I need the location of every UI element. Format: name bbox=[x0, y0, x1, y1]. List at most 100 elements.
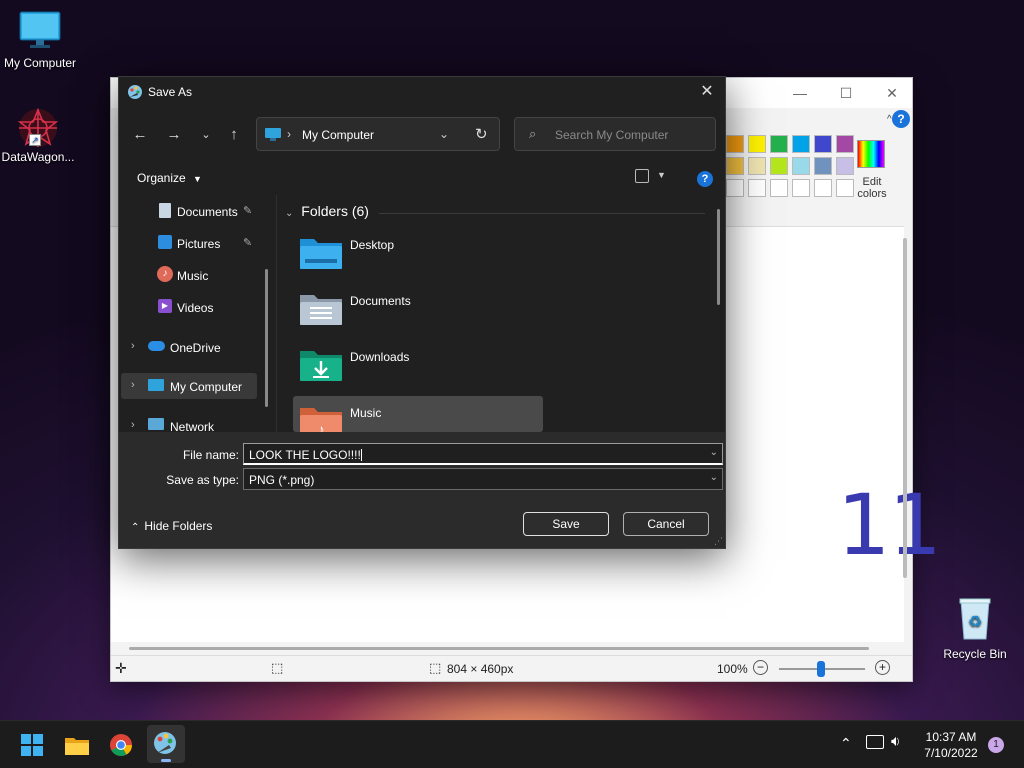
color-swatch[interactable] bbox=[792, 157, 810, 175]
zoom-slider-thumb[interactable] bbox=[817, 661, 825, 677]
help-icon[interactable]: ? bbox=[892, 110, 910, 128]
hide-folders-button[interactable]: ⌃ Hide Folders bbox=[131, 519, 212, 533]
address-dropdown-chevron-icon[interactable]: ⌄ bbox=[439, 127, 449, 141]
color-swatch[interactable] bbox=[748, 135, 766, 153]
zoom-out-button[interactable]: − bbox=[753, 660, 768, 675]
vertical-scrollbar[interactable] bbox=[903, 238, 907, 578]
save-button[interactable]: Save bbox=[523, 512, 609, 536]
svg-text:♪: ♪ bbox=[318, 421, 325, 432]
folder-item-desktop[interactable]: Desktop bbox=[293, 231, 543, 279]
notification-badge[interactable]: 1 bbox=[988, 737, 1004, 753]
color-swatch[interactable] bbox=[726, 157, 744, 175]
resize-grip-icon[interactable]: ⋰ bbox=[714, 536, 723, 547]
address-bar[interactable]: › My Computer ⌄ ↻ bbox=[256, 117, 500, 151]
show-hidden-icons-chevron-icon[interactable]: ⌃ bbox=[840, 735, 852, 752]
group-header[interactable]: ⌄ Folders (6) bbox=[285, 203, 369, 219]
minimize-button[interactable]: — bbox=[777, 81, 823, 105]
search-box[interactable]: ⌕ Search My Computer bbox=[514, 117, 716, 151]
nav-item-network[interactable]: › Network bbox=[119, 413, 259, 432]
edit-colors-button[interactable]: Edit colors bbox=[854, 176, 890, 200]
nav-item-videos[interactable]: ▶ Videos bbox=[119, 294, 259, 320]
nav-item-onedrive[interactable]: › OneDrive bbox=[119, 334, 259, 360]
maximize-button[interactable]: ☐ bbox=[823, 81, 869, 105]
shortcut-arrow-icon: ↗ bbox=[29, 134, 41, 146]
expand-ribbon-icon[interactable]: ^ bbox=[887, 114, 892, 125]
paint-app-icon bbox=[127, 84, 143, 100]
color-swatch[interactable] bbox=[770, 135, 788, 153]
collapse-chevron-icon: ⌄ bbox=[285, 208, 294, 219]
file-name-input[interactable]: LOOK THE LOGO!!!! ⌄ bbox=[243, 443, 723, 465]
pin-icon[interactable]: ✎ bbox=[243, 236, 252, 249]
expand-chevron-icon[interactable]: › bbox=[131, 340, 135, 352]
forward-button[interactable]: → bbox=[163, 124, 185, 146]
paint-icon[interactable] bbox=[147, 725, 185, 763]
network-icon bbox=[148, 418, 164, 430]
volume-icon[interactable]: 🔉︎ bbox=[891, 733, 900, 750]
folder-item-music[interactable]: ♪ Music bbox=[293, 396, 543, 432]
expand-chevron-icon[interactable]: › bbox=[131, 419, 135, 431]
nav-item-my-computer[interactable]: › My Computer bbox=[121, 373, 257, 399]
organize-dropdown-icon: ▼ bbox=[193, 174, 202, 184]
color-swatch[interactable] bbox=[792, 135, 810, 153]
nav-item-documents[interactable]: Documents ✎ bbox=[119, 198, 259, 224]
network-status-icon[interactable] bbox=[866, 735, 884, 749]
file-explorer-icon[interactable] bbox=[61, 729, 93, 761]
view-options-button[interactable]: ▼ bbox=[633, 169, 669, 189]
cancel-button[interactable]: Cancel bbox=[623, 512, 709, 536]
folder-item-documents[interactable]: Documents bbox=[293, 287, 543, 335]
folder-name: Documents bbox=[350, 294, 411, 308]
color-swatch[interactable] bbox=[770, 157, 788, 175]
color-swatch[interactable] bbox=[748, 157, 766, 175]
content-scrollbar[interactable] bbox=[717, 209, 720, 305]
file-name-dropdown-icon[interactable]: ⌄ bbox=[710, 447, 718, 458]
datawagon-logo-icon: ↗ bbox=[15, 106, 61, 150]
color-swatch[interactable] bbox=[836, 135, 854, 153]
color-swatch[interactable] bbox=[814, 135, 832, 153]
dialog-titlebar: Save As ✕ bbox=[119, 77, 725, 107]
color-swatch[interactable] bbox=[726, 179, 744, 197]
up-button[interactable]: ↑ bbox=[223, 124, 245, 146]
documents-icon bbox=[159, 203, 171, 218]
clock[interactable]: 10:37 AM 7/10/2022 bbox=[916, 729, 986, 761]
save-as-type-select[interactable]: PNG (*.png) ⌄ bbox=[243, 468, 723, 490]
view-icon bbox=[635, 169, 649, 183]
edit-colors-swatch-icon[interactable] bbox=[857, 140, 885, 168]
save-as-type-dropdown-icon[interactable]: ⌄ bbox=[710, 472, 718, 483]
close-button[interactable]: ✕ bbox=[869, 81, 915, 105]
dialog-toolbar: Organize ▼ ▼ ? bbox=[119, 163, 725, 195]
recycle-bin-icon: ♻ bbox=[955, 597, 995, 641]
nav-item-label: Network bbox=[170, 420, 215, 432]
recent-locations-chevron-icon[interactable]: ⌄ bbox=[195, 124, 217, 146]
pane-divider[interactable] bbox=[276, 195, 277, 432]
breadcrumb-location[interactable]: My Computer bbox=[302, 128, 374, 142]
desktop-icon-recycle-bin[interactable]: ♻ Recycle Bin bbox=[935, 597, 1015, 661]
zoom-in-button[interactable]: + bbox=[875, 660, 890, 675]
text-cursor bbox=[360, 449, 362, 461]
horizontal-scrollbar[interactable] bbox=[129, 647, 869, 650]
color-swatch[interactable] bbox=[792, 179, 810, 197]
organize-button[interactable]: Organize ▼ bbox=[137, 171, 202, 185]
refresh-icon[interactable]: ↻ bbox=[475, 125, 488, 143]
nav-item-label: Documents bbox=[177, 205, 238, 219]
zoom-level: 100% bbox=[717, 662, 748, 676]
color-swatch[interactable] bbox=[726, 135, 744, 153]
chrome-icon[interactable] bbox=[105, 729, 137, 761]
nav-item-music[interactable]: ♪ Music bbox=[119, 262, 259, 288]
expand-chevron-icon[interactable]: › bbox=[131, 379, 135, 391]
pin-icon[interactable]: ✎ bbox=[243, 204, 252, 217]
folder-item-downloads[interactable]: Downloads bbox=[293, 343, 543, 391]
color-swatch[interactable] bbox=[814, 179, 832, 197]
color-swatch[interactable] bbox=[770, 179, 788, 197]
color-swatch[interactable] bbox=[836, 179, 854, 197]
color-swatch[interactable] bbox=[748, 179, 766, 197]
start-icon[interactable] bbox=[16, 729, 48, 761]
color-swatch[interactable] bbox=[836, 157, 854, 175]
back-button[interactable]: ← bbox=[129, 124, 151, 146]
help-icon[interactable]: ? bbox=[697, 171, 713, 187]
color-swatch[interactable] bbox=[814, 157, 832, 175]
nav-item-pictures[interactable]: Pictures ✎ bbox=[119, 230, 259, 256]
desktop-icon-datawagon[interactable]: ↗ DataWagon... bbox=[0, 106, 78, 164]
dialog-close-button[interactable]: ✕ bbox=[697, 82, 717, 102]
desktop-icon-my-computer[interactable]: My Computer bbox=[0, 10, 80, 70]
nav-scrollbar[interactable] bbox=[265, 269, 268, 407]
